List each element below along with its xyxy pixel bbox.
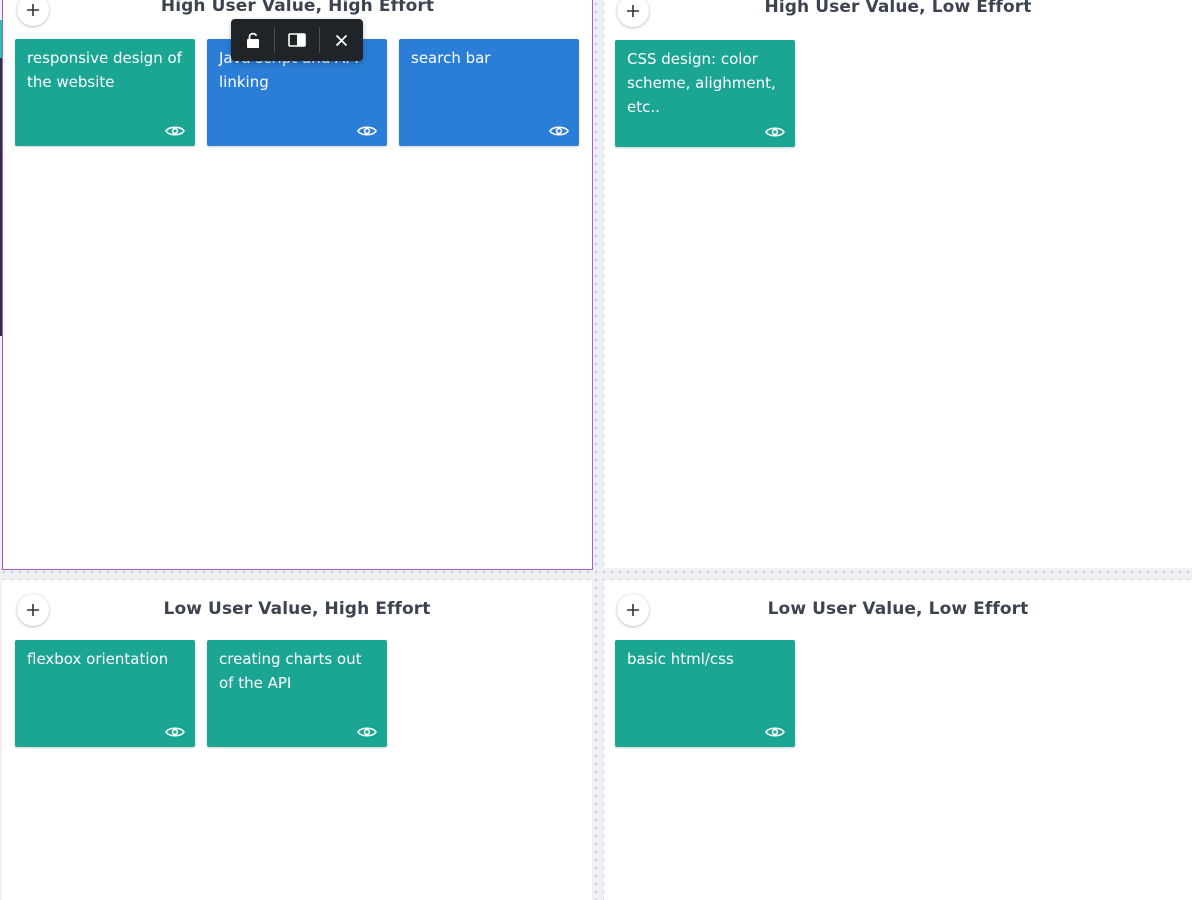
panel-toggle-button[interactable] [275, 19, 318, 61]
eye-icon[interactable] [357, 725, 377, 739]
quadrant-title: High User Value, High Effort [160, 0, 435, 16]
eye-icon[interactable] [357, 124, 377, 138]
selection-toolbar [231, 19, 363, 61]
quadrant-high-value-high-effort[interactable]: High User Value, High Effort responsive … [2, 0, 593, 570]
close-icon [335, 34, 347, 46]
lock-icon [246, 32, 259, 48]
card-text: CSS design: color scheme, alighment, etc… [627, 50, 776, 116]
quadrant-title: High User Value, Low Effort [764, 0, 1032, 17]
card[interactable]: basic html/css [615, 640, 795, 747]
panel-toggle-icon [288, 33, 306, 47]
quadrant-title: Low User Value, Low Effort [767, 599, 1029, 619]
quadrant-low-value-high-effort[interactable]: Low User Value, High Effort flexbox orie… [2, 580, 592, 900]
quadrant-high-value-low-effort[interactable]: High User Value, Low Effort CSS design: … [604, 0, 1192, 568]
lock-button[interactable] [231, 19, 274, 61]
quadrant-title: Low User Value, High Effort [163, 599, 431, 619]
close-button[interactable] [320, 19, 363, 61]
eye-icon[interactable] [165, 124, 185, 138]
card[interactable]: flexbox orientation [15, 640, 195, 747]
card[interactable]: CSS design: color scheme, alighment, etc… [615, 40, 795, 147]
card[interactable]: creating charts out of the API [207, 640, 387, 747]
card-text: flexbox orientation [27, 650, 169, 668]
card-text: responsive design of the website [27, 49, 182, 91]
card[interactable]: search bar [399, 39, 579, 146]
quadrant-low-value-low-effort[interactable]: Low User Value, Low Effort basic html/cs… [604, 580, 1192, 900]
card[interactable]: responsive design of the website [15, 39, 195, 146]
eye-icon[interactable] [765, 125, 785, 139]
card-text: search bar [411, 49, 491, 67]
eye-icon[interactable] [165, 725, 185, 739]
card-text: basic html/css [627, 650, 734, 668]
card-text: creating charts out of the API [219, 650, 362, 692]
eye-icon[interactable] [549, 124, 569, 138]
eye-icon[interactable] [765, 725, 785, 739]
